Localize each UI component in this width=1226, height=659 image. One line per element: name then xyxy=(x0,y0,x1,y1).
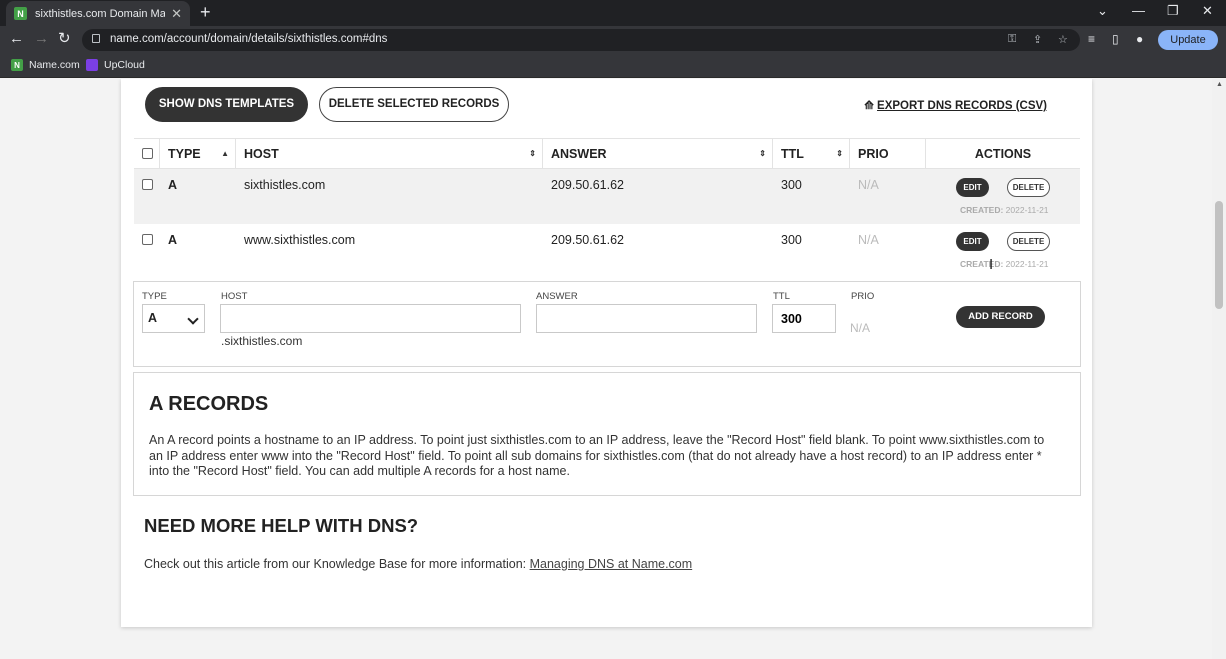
export-cloud-icon: ⟰ xyxy=(864,100,874,112)
table-row: A www.sixthistles.com 209.50.61.62 300 N… xyxy=(134,224,1080,279)
record-host: www.sixthistles.com xyxy=(244,233,356,247)
lock-icon xyxy=(92,34,100,43)
sort-icon: ⇕ xyxy=(759,149,766,158)
share-icon[interactable]: ⇪ xyxy=(1033,33,1042,46)
a-records-info: A RECORDS An A record points a hostname … xyxy=(133,372,1081,496)
address-bar[interactable]: name.com/account/domain/details/sixthist… xyxy=(82,29,1080,51)
bookmark-label: Name.com xyxy=(29,59,80,71)
delete-record-button[interactable]: DELETE xyxy=(1007,178,1050,197)
tab-search-icon[interactable]: ⌄ xyxy=(1097,3,1108,19)
chevron-down-icon xyxy=(187,313,199,325)
header-answer[interactable]: ANSWER ⇕ xyxy=(543,139,773,169)
edit-record-button[interactable]: EDIT xyxy=(956,232,989,251)
header-ttl[interactable]: TTL ⇕ xyxy=(773,139,850,169)
type-label: TYPE xyxy=(142,291,167,302)
close-tab-icon[interactable]: ✕ xyxy=(171,6,182,22)
update-button[interactable]: Update xyxy=(1158,30,1218,50)
row-checkbox[interactable] xyxy=(142,179,153,190)
dns-records-table: TYPE ▲ HOST ⇕ ANSWER ⇕ TTL ⇕ PRIO ACTION… xyxy=(134,138,1080,279)
browser-tab[interactable]: N sixthistles.com Domain Managem ✕ xyxy=(6,1,190,26)
reload-icon[interactable]: ↻ xyxy=(58,31,71,47)
key-icon[interactable]: ⚿ xyxy=(1008,33,1016,46)
back-arrow-icon[interactable]: ← xyxy=(9,31,24,47)
header-type[interactable]: TYPE ▲ xyxy=(160,139,236,169)
table-row: A sixthistles.com 209.50.61.62 300 N/A E… xyxy=(134,169,1080,224)
page-viewport: SHOW DNS TEMPLATES DELETE SELECTED RECOR… xyxy=(0,79,1226,659)
browser-tab-bar: N sixthistles.com Domain Managem ✕ + ⌄ —… xyxy=(0,0,1226,26)
show-dns-templates-button[interactable]: SHOW DNS TEMPLATES xyxy=(145,87,308,122)
sort-icon: ⇕ xyxy=(529,149,536,158)
table-header: TYPE ▲ HOST ⇕ ANSWER ⇕ TTL ⇕ PRIO ACTION… xyxy=(134,138,1080,169)
side-panel-icon[interactable]: ▯ xyxy=(1112,32,1119,46)
record-type: A xyxy=(168,233,178,247)
bookmarks-bar: N Name.com UpCloud xyxy=(0,54,1226,78)
text-cursor-icon: I xyxy=(989,256,994,273)
select-all-checkbox[interactable] xyxy=(142,148,153,159)
answer-label: ANSWER xyxy=(536,291,578,302)
created-date: CREATED: 2022-11-21 xyxy=(960,205,1049,215)
header-host[interactable]: HOST ⇕ xyxy=(236,139,543,169)
bookmark-upcloud[interactable]: UpCloud xyxy=(86,59,145,71)
add-record-form: TYPE A HOST .sixthistles.com ANSWER TTL … xyxy=(133,281,1081,367)
info-text: An A record points a hostname to an IP a… xyxy=(149,433,1045,478)
created-date: CREATED: 2022-11-21 xyxy=(960,259,1049,269)
domain-suffix: .sixthistles.com xyxy=(221,334,303,348)
record-host: sixthistles.com xyxy=(244,178,326,192)
info-title: A RECORDS xyxy=(149,393,269,415)
name-com-icon: N xyxy=(11,59,23,71)
record-prio: N/A xyxy=(858,178,879,192)
edit-record-button[interactable]: EDIT xyxy=(956,178,989,197)
new-tab-icon[interactable]: + xyxy=(200,3,211,21)
record-answer: 209.50.61.62 xyxy=(551,178,624,192)
name-com-favicon-icon: N xyxy=(14,7,27,20)
record-ttl: 300 xyxy=(781,233,802,247)
sort-icon: ⇕ xyxy=(836,149,843,158)
sort-icon: ▲ xyxy=(221,149,229,158)
record-type-select[interactable]: A xyxy=(142,304,205,333)
managing-dns-link[interactable]: Managing DNS at Name.com xyxy=(530,557,693,571)
prio-value: N/A xyxy=(850,321,871,335)
record-answer: 209.50.61.62 xyxy=(551,233,624,247)
host-input[interactable] xyxy=(220,304,521,333)
header-actions: ACTIONS xyxy=(974,147,1032,161)
media-icon[interactable]: ≡ xyxy=(1088,32,1095,46)
help-text: Check out this article from our Knowledg… xyxy=(144,557,693,571)
star-icon[interactable]: ☆ xyxy=(1058,33,1068,46)
profile-icon[interactable]: ● xyxy=(1136,32,1143,46)
ttl-label: TTL xyxy=(773,291,790,302)
delete-selected-records-button[interactable]: DELETE SELECTED RECORDS xyxy=(319,87,509,122)
host-label: HOST xyxy=(221,291,248,302)
delete-record-button[interactable]: DELETE xyxy=(1007,232,1050,251)
dns-card: SHOW DNS TEMPLATES DELETE SELECTED RECOR… xyxy=(121,79,1092,627)
page-scrollbar[interactable]: ▲ xyxy=(1212,79,1226,659)
header-select-cell xyxy=(134,139,160,169)
prio-label: PRIO xyxy=(851,291,875,302)
bookmark-label: UpCloud xyxy=(104,59,145,71)
tab-title: sixthistles.com Domain Managem xyxy=(35,7,165,20)
minimize-icon[interactable]: — xyxy=(1132,3,1145,18)
forward-arrow-icon[interactable]: → xyxy=(34,31,49,47)
bookmark-name-com[interactable]: N Name.com xyxy=(11,59,80,71)
help-title: NEED MORE HELP WITH DNS? xyxy=(144,515,419,536)
add-record-button[interactable]: ADD RECORD xyxy=(956,306,1045,328)
scroll-thumb[interactable] xyxy=(1215,201,1223,309)
answer-input[interactable] xyxy=(536,304,757,333)
url-text: name.com/account/domain/details/sixthist… xyxy=(110,33,388,45)
close-window-icon[interactable]: ✕ xyxy=(1202,3,1213,19)
upcloud-icon xyxy=(86,59,98,71)
ttl-input[interactable] xyxy=(772,304,836,333)
export-label: EXPORT DNS RECORDS (CSV) xyxy=(877,100,1047,112)
scroll-up-icon[interactable]: ▲ xyxy=(1216,81,1223,88)
maximize-icon[interactable]: ❐ xyxy=(1167,3,1179,19)
record-prio: N/A xyxy=(858,233,879,247)
row-checkbox[interactable] xyxy=(142,234,153,245)
browser-toolbar: ← → ↻ name.com/account/domain/details/si… xyxy=(0,26,1226,54)
export-dns-records-link[interactable]: ⟰ EXPORT DNS RECORDS (CSV) xyxy=(864,98,1047,112)
record-ttl: 300 xyxy=(781,178,802,192)
header-prio: PRIO xyxy=(850,139,926,169)
record-type: A xyxy=(168,178,178,192)
